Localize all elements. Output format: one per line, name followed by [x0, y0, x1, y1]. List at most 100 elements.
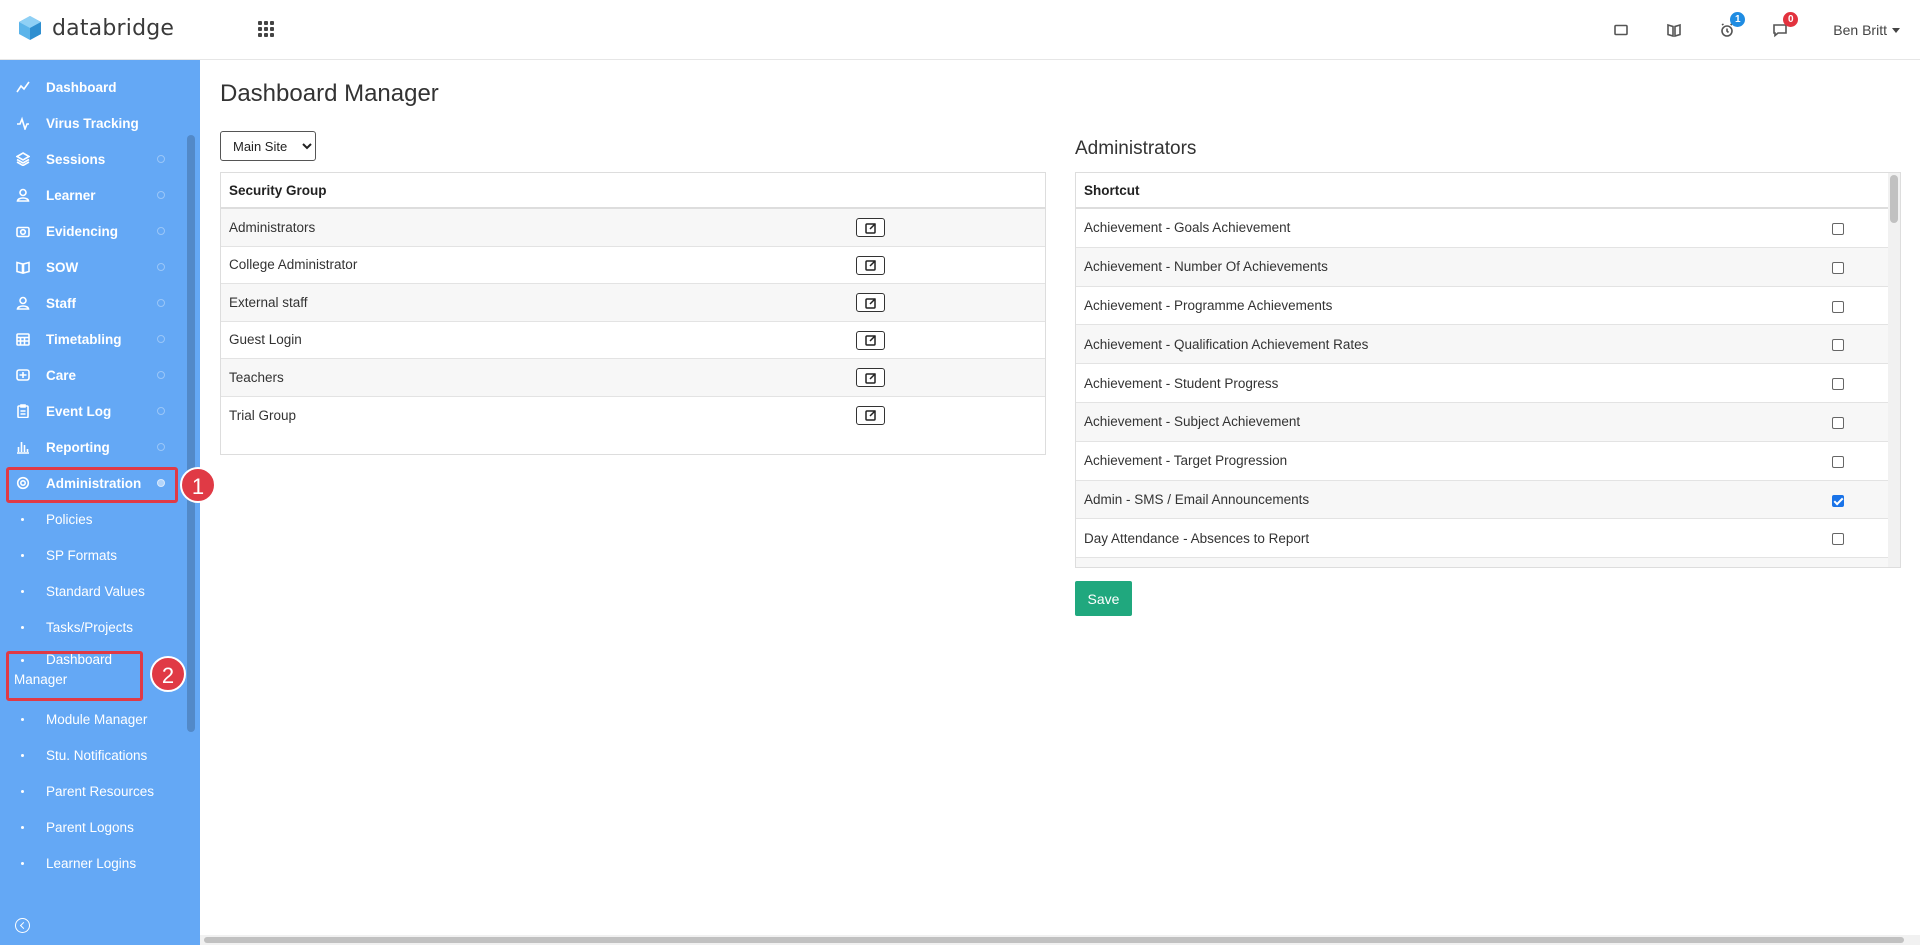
expand-indicator-icon [157, 407, 165, 415]
expand-indicator-icon [157, 299, 165, 307]
collapse-sidebar-icon[interactable] [15, 918, 30, 933]
page-title: Dashboard Manager [220, 80, 439, 107]
sidebar-item-label: Virus Tracking [46, 115, 139, 131]
sidebar-item-label: Evidencing [46, 223, 119, 239]
site-select[interactable]: Main Site [220, 131, 316, 161]
admin-panel-title: Administrators [1075, 138, 1197, 159]
sidebar-subitem-tasks-projects[interactable]: Tasks/Projects [0, 609, 200, 645]
sidebar-item-event-log[interactable]: Event Log [0, 393, 200, 429]
sidebar-item-virus-tracking[interactable]: Virus Tracking [0, 105, 200, 141]
expand-indicator-icon [157, 155, 165, 163]
caret-down-icon [1892, 27, 1900, 33]
sidebar-item-reporting[interactable]: Reporting [0, 429, 200, 465]
security-group-name: Guest Login [229, 332, 302, 348]
sidebar-item-label: Dashboard [46, 79, 117, 95]
shortcut-checkbox[interactable] [1832, 261, 1844, 274]
brand[interactable]: databridge [18, 15, 174, 41]
alarm-clock-icon[interactable]: 1 [1717, 12, 1746, 40]
shortcut-checkbox[interactable] [1832, 378, 1844, 391]
shortcut-checkbox[interactable] [1832, 339, 1844, 352]
shortcut-table: Shortcut Achievement - Goals Achievement… [1075, 172, 1901, 568]
shortcut-label: Admin - SMS / Email Announcements [1084, 491, 1310, 507]
user-menu[interactable]: Ben Britt [1833, 22, 1900, 38]
chat-bubble-icon[interactable]: 0 [1770, 12, 1799, 40]
shortcut-label: Day Attendance - Absences to Report [1084, 530, 1310, 546]
sidebar-subitem-label: Module Manager [46, 711, 148, 727]
user-icon [16, 188, 30, 202]
shortcut-label: Achievement - Subject Achievement [1084, 414, 1301, 430]
camera-icon [16, 224, 30, 238]
sidebar-subitem-label: Stu. Notifications [46, 747, 148, 763]
shortcut-checkbox[interactable] [1832, 494, 1844, 507]
shortcut-checkbox[interactable] [1832, 223, 1844, 235]
sidebar-subitem-learner-logins[interactable]: Learner Logins [0, 845, 200, 881]
table-row: Achievement - Subject Achievement [1076, 402, 1900, 442]
expand-indicator-icon [157, 191, 165, 199]
table-row: Trial Group [221, 396, 1045, 434]
databridge-logo-icon [19, 16, 41, 40]
sidebar-item-sessions[interactable]: Sessions [0, 141, 200, 177]
pulse-icon [16, 116, 30, 130]
edit-icon[interactable] [856, 330, 885, 350]
shortcut-checkbox[interactable] [1832, 533, 1844, 546]
expand-indicator-icon [157, 443, 165, 451]
book-open-icon[interactable] [1664, 20, 1684, 40]
sidebar-item-label: Care [46, 367, 77, 383]
highlight-dashboard-manager [6, 651, 143, 701]
shortcut-checkbox[interactable] [1832, 300, 1844, 313]
edit-icon[interactable] [856, 293, 885, 312]
sidebar-item-timetabling[interactable]: Timetabling [0, 321, 200, 357]
table-row: College Administrator [221, 247, 1045, 284]
sidebar-scrollbar[interactable] [187, 135, 195, 732]
security-group-name: Administrators [229, 219, 316, 235]
sidebar-item-care[interactable]: Care [0, 357, 200, 393]
sidebar-subitem-policies[interactable]: Policies [0, 501, 200, 537]
sidebar-subitem-standard-values[interactable]: Standard Values [0, 573, 200, 609]
horizontal-scrollbar[interactable] [200, 935, 1920, 945]
expand-indicator-icon [157, 227, 165, 235]
book-icon [16, 260, 30, 274]
sidebar-item-dashboard[interactable]: Dashboard [0, 69, 200, 105]
sidebar-item-evidencing[interactable]: Evidencing [0, 213, 200, 249]
sidebar-item-sow[interactable]: SOW [0, 249, 200, 285]
clipboard-icon [16, 404, 30, 418]
security-group-name: College Administrator [229, 257, 358, 273]
expand-indicator-icon [157, 335, 165, 343]
sidebar-subitem-label: Learner Logins [46, 855, 137, 871]
user-name: Ben Britt [1833, 22, 1887, 38]
apps-grid-icon[interactable] [258, 21, 274, 37]
user-icon [16, 296, 30, 310]
shortcut-checkbox[interactable] [1832, 455, 1844, 468]
sidebar-item-label: Learner [46, 187, 96, 203]
edit-icon[interactable] [856, 368, 885, 387]
sidebar-item-label: Timetabling [46, 331, 122, 347]
sidebar-subitem-stu-notifications[interactable]: Stu. Notifications [0, 737, 200, 773]
sidebar-subitem-label: Standard Values [46, 583, 145, 599]
shortcut-label: Achievement - Programme Achievements [1084, 297, 1333, 313]
sidebar-item-learner[interactable]: Learner [0, 177, 200, 213]
sidebar-subitem-parent-resources[interactable]: Parent Resources [0, 773, 200, 809]
save-button[interactable]: Save [1075, 581, 1132, 616]
sidebar-subitem-parent-logons[interactable]: Parent Logons [0, 809, 200, 845]
sidebar-item-staff[interactable]: Staff [0, 285, 200, 321]
edit-icon[interactable] [856, 218, 885, 237]
sidebar-item-label: Staff [46, 295, 76, 311]
table-row: Guest Login [221, 322, 1045, 359]
shortcut-label: Achievement - Qualification Achievement … [1084, 336, 1369, 352]
table-row: Admin - SMS / Email Announcements [1076, 480, 1900, 520]
sidebar-subitem-sp-formats[interactable]: SP Formats [0, 537, 200, 573]
table-row: External staff [221, 284, 1045, 322]
chart-line-icon [16, 80, 30, 94]
sidebar-subitem-module-manager[interactable]: Module Manager [0, 701, 200, 737]
edit-icon[interactable] [856, 405, 885, 425]
security-group-header: Security Group [221, 173, 1045, 209]
window-icon[interactable] [1611, 20, 1631, 40]
shortcut-checkbox[interactable] [1832, 416, 1844, 429]
shortcut-header: Shortcut [1076, 173, 1900, 209]
edit-icon[interactable] [856, 255, 885, 275]
brand-name: databridge [52, 15, 175, 41]
table-row: Teachers [221, 359, 1045, 397]
highlight-administration [6, 467, 178, 503]
shortcut-scrollbar[interactable] [1888, 173, 1900, 567]
annotation-marker-2: 2 [150, 656, 186, 692]
